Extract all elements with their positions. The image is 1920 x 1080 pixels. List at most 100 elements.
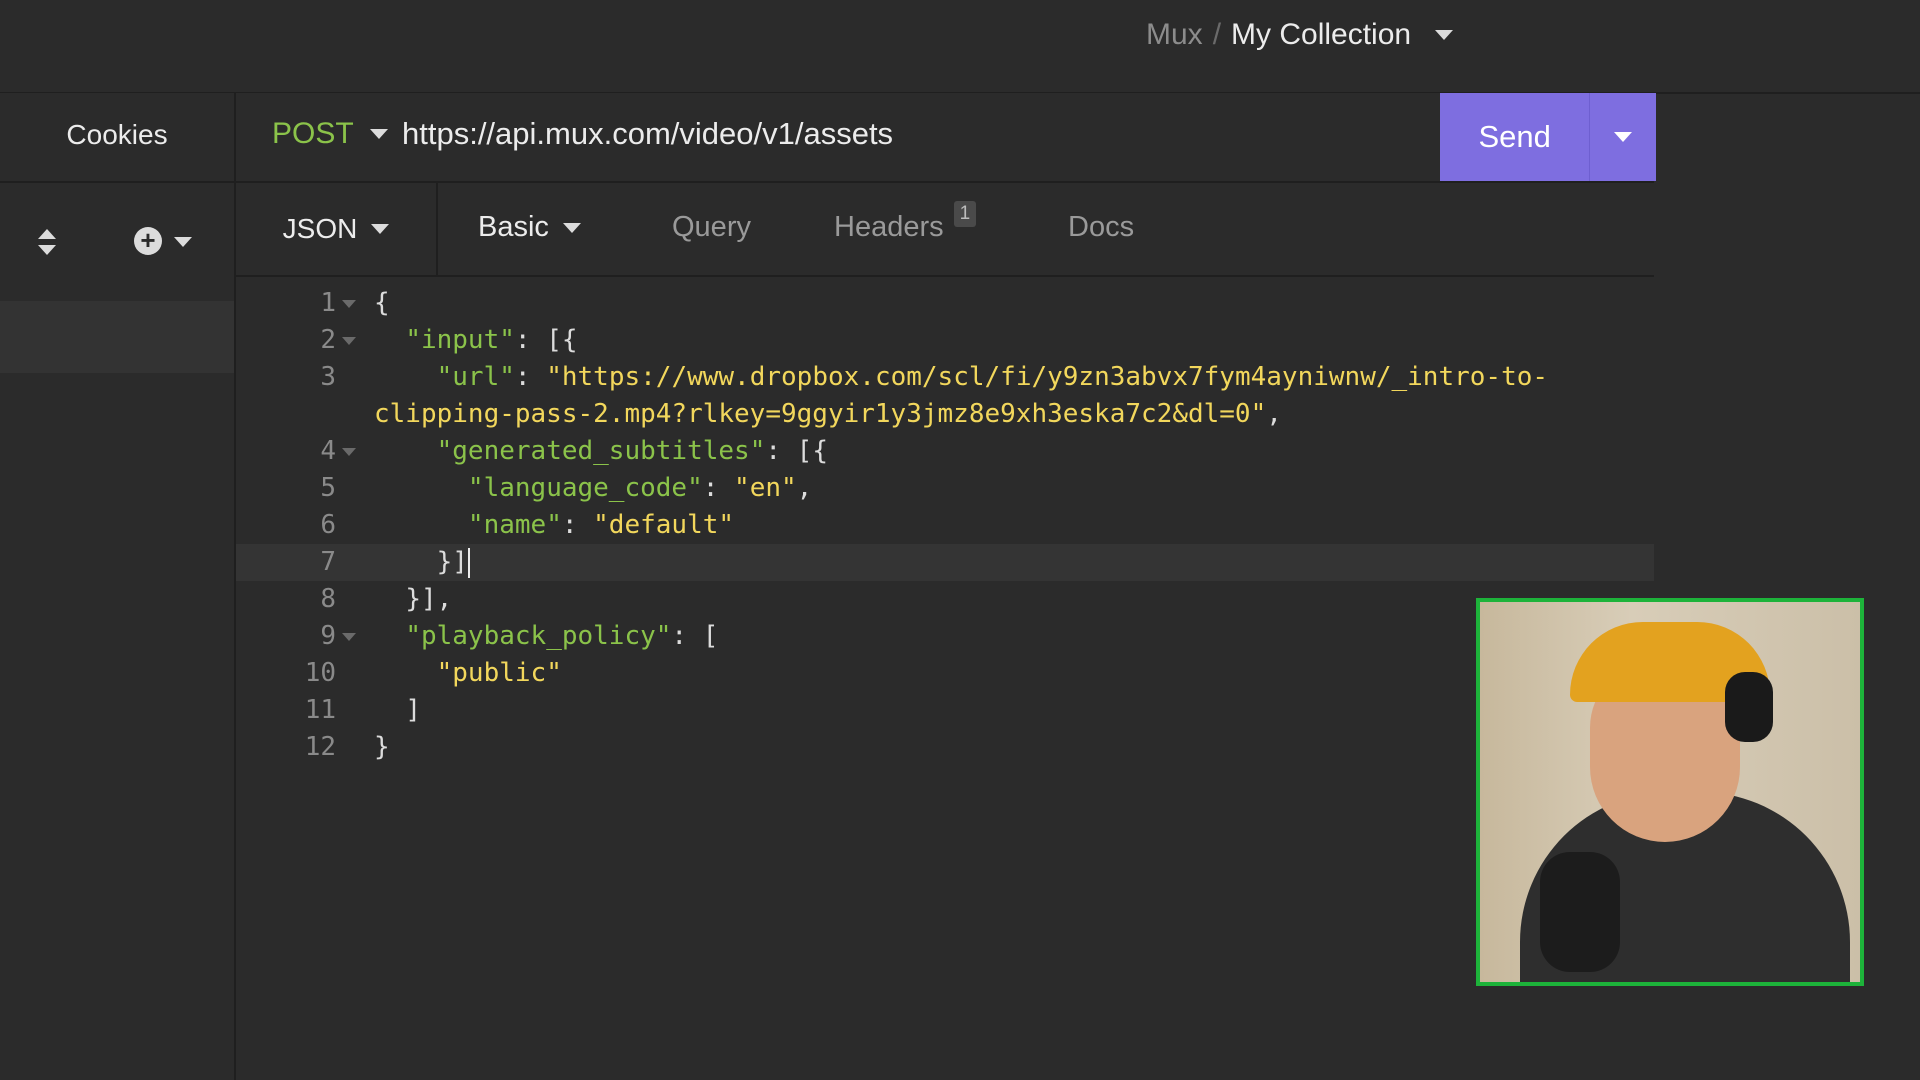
code-token: :	[514, 362, 547, 392]
line-number: 1	[320, 288, 336, 318]
plus-circle-icon[interactable]: +	[134, 227, 162, 255]
code-token: : [{	[514, 325, 578, 355]
method-select[interactable]: POST	[272, 117, 388, 151]
sidebar: Cookies +	[0, 93, 236, 1080]
code-token: :	[702, 473, 735, 503]
headphones-icon	[1725, 672, 1773, 742]
line-number: 9	[320, 621, 336, 651]
code-line[interactable]: 2 "input": [{	[236, 322, 1654, 359]
sidebar-selected-request[interactable]	[0, 301, 234, 373]
fold-arrow-icon[interactable]	[342, 633, 356, 641]
json-body-editor[interactable]: 1{2 "input": [{3 "url": "https://www.dro…	[236, 277, 1654, 1080]
code-line[interactable]: 10 "public"	[236, 655, 1654, 692]
fold-arrow-icon[interactable]	[342, 448, 356, 456]
code-token: "input"	[405, 325, 515, 355]
code-text: ]	[374, 692, 421, 729]
line-number: 6	[320, 510, 336, 540]
request-tabs: JSON Basic Query Headers 1 Docs	[236, 183, 1654, 277]
send-button-group: Send	[1440, 93, 1656, 181]
code-line[interactable]: 4 "generated_subtitles": [{	[236, 433, 1654, 470]
code-text: "language_code": "en",	[374, 470, 812, 507]
tab-auth[interactable]: Basic	[478, 211, 581, 244]
code-line[interactable]: 8 }],	[236, 581, 1654, 618]
code-text: }],	[374, 581, 452, 618]
microphone-icon	[1540, 852, 1620, 972]
breadcrumb-workspace[interactable]: Mux	[1146, 18, 1203, 52]
send-options-button[interactable]	[1589, 93, 1656, 181]
tab-body-label: JSON	[282, 213, 358, 244]
line-number: 8	[320, 584, 336, 614]
code-text: "url": "https://www.dropbox.com/scl/fi/y…	[374, 359, 1548, 396]
code-text: "playback_policy": [	[374, 618, 718, 655]
code-token: ]	[405, 695, 421, 725]
code-token: "url"	[436, 362, 515, 392]
code-line[interactable]: 3 "url": "https://www.dropbox.com/scl/fi…	[236, 359, 1654, 396]
tab-headers[interactable]: Headers 1	[834, 200, 977, 244]
code-token: }]	[436, 547, 468, 577]
code-token: clipping-pass-2.mp4?rlkey=9ggyir1y3jmz8e…	[374, 399, 1267, 429]
sort-icon[interactable]	[36, 227, 58, 257]
code-token: ,	[1266, 399, 1282, 429]
code-token: }	[374, 732, 390, 762]
chevron-down-icon	[562, 222, 581, 233]
chevron-down-icon	[369, 129, 388, 139]
webcam-overlay	[1476, 598, 1864, 986]
fold-arrow-icon[interactable]	[342, 337, 356, 345]
send-button[interactable]: Send	[1440, 93, 1589, 181]
cookies-button[interactable]: Cookies	[0, 119, 234, 151]
line-number: 3	[320, 362, 336, 392]
code-token: : [{	[765, 436, 828, 466]
tab-auth-label: Basic	[478, 211, 549, 243]
code-text: {	[374, 285, 390, 322]
code-token: "public"	[436, 658, 562, 688]
code-text: clipping-pass-2.mp4?rlkey=9ggyir1y3jmz8e…	[374, 396, 1282, 433]
code-token: "default"	[593, 510, 735, 540]
line-number: 2	[320, 325, 336, 355]
code-token: "generated_subtitles"	[436, 436, 766, 466]
chevron-down-icon[interactable]	[1435, 30, 1454, 40]
code-token: }],	[405, 584, 453, 614]
fold-arrow-icon[interactable]	[342, 300, 356, 308]
line-number: 4	[320, 436, 336, 466]
code-text: }]	[374, 544, 470, 581]
breadcrumb-collection[interactable]: My Collection	[1231, 18, 1411, 52]
code-line[interactable]: 6 "name": "default"	[236, 507, 1654, 544]
code-line[interactable]: 12}	[236, 729, 1654, 766]
tab-body[interactable]: JSON	[236, 183, 438, 275]
headers-count-badge: 1	[953, 200, 977, 227]
code-token: "name"	[467, 510, 562, 540]
line-number: 11	[304, 695, 336, 725]
tab-headers-label: Headers	[834, 211, 944, 243]
url-input[interactable]	[400, 111, 1404, 157]
code-token: {	[374, 288, 390, 318]
chevron-down-icon	[1614, 132, 1633, 142]
method-label: POST	[272, 117, 354, 150]
line-number: 7	[320, 547, 336, 577]
tab-docs[interactable]: Docs	[1068, 211, 1134, 244]
tab-query[interactable]: Query	[672, 211, 751, 244]
code-line[interactable]: 1{	[236, 285, 1654, 322]
code-line[interactable]: 9 "playback_policy": [	[236, 618, 1654, 655]
code-text: "public"	[374, 655, 562, 692]
code-line[interactable]: 5 "language_code": "en",	[236, 470, 1654, 507]
code-line[interactable]: 11 ]	[236, 692, 1654, 729]
code-line[interactable]: 7 }]	[236, 544, 1654, 581]
chevron-down-icon	[371, 224, 390, 234]
code-text: "input": [{	[374, 322, 578, 359]
breadcrumb-separator: /	[1212, 18, 1222, 51]
text-cursor	[467, 547, 470, 578]
code-line[interactable]: clipping-pass-2.mp4?rlkey=9ggyir1y3jmz8e…	[236, 396, 1654, 433]
code-text: }	[374, 729, 390, 766]
code-token: "https://www.dropbox.com/scl/fi/y9zn3abv…	[546, 362, 1549, 392]
top-bar: Mux / My Collection	[0, 0, 1920, 94]
chevron-down-icon[interactable]	[174, 237, 192, 247]
code-token: : [	[671, 621, 719, 651]
